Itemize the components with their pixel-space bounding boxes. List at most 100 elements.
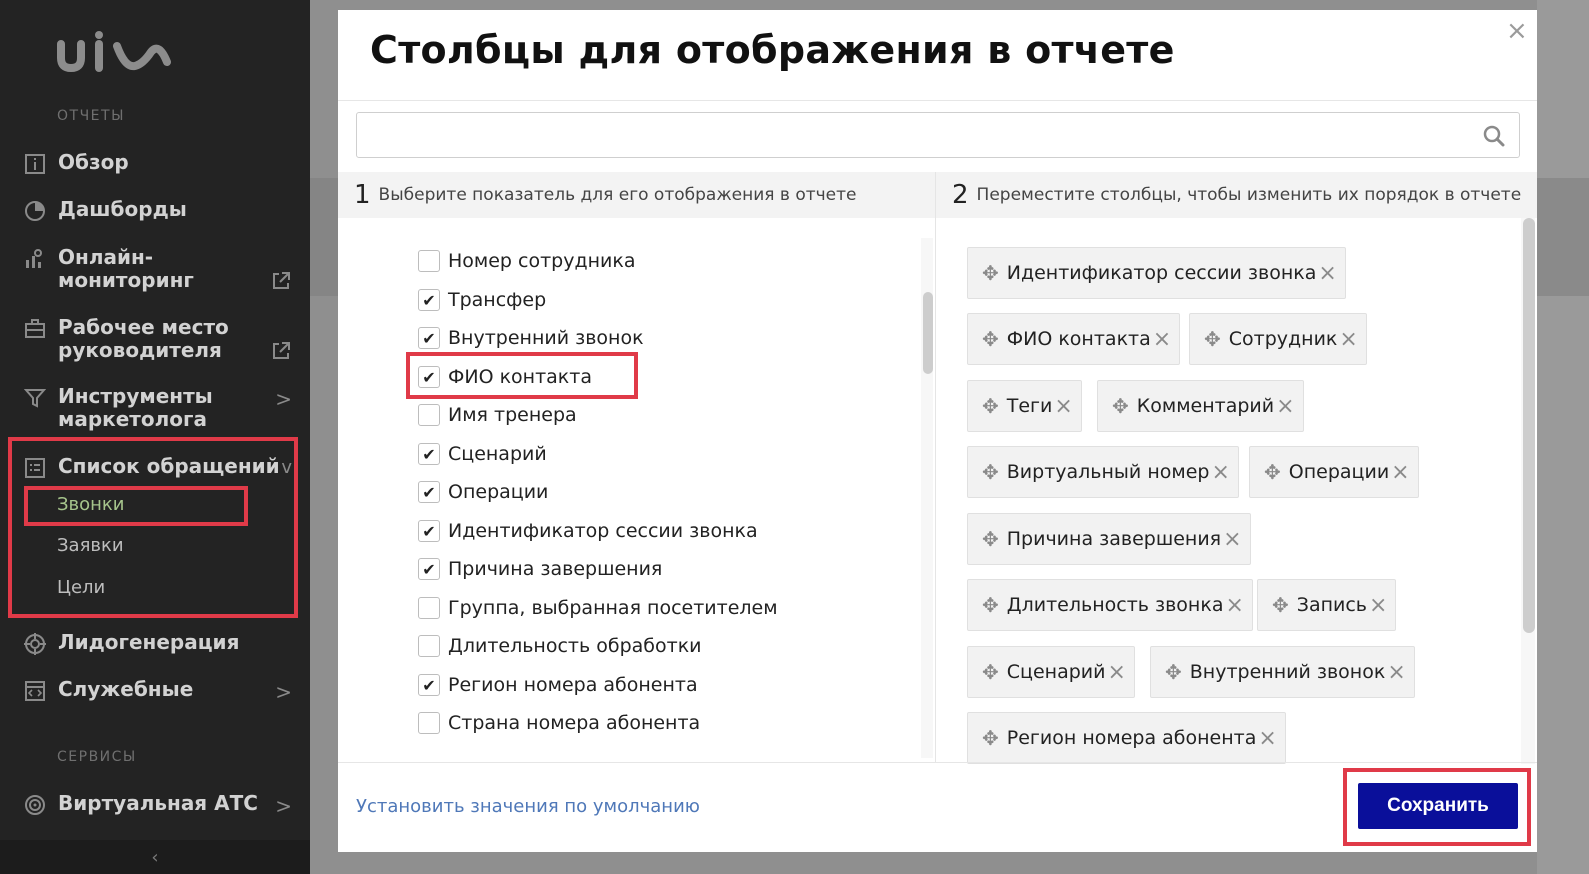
nav-lead-generation-label: Лидогенерация	[58, 630, 240, 654]
checkbox-checked[interactable]: ✔	[418, 327, 440, 349]
left-scrollbar-thumb[interactable]	[923, 292, 933, 374]
nav-marketing-tools-label: Инструменты маркетолога	[58, 384, 213, 431]
metric-checkbox-row[interactable]: ✔ Трансфер	[418, 287, 546, 313]
nav-dashboards[interactable]: Дашборды	[22, 198, 292, 224]
metric-checkbox-row[interactable]: Группа, выбранная посетителем	[418, 595, 778, 621]
checkbox-unchecked[interactable]	[418, 635, 440, 657]
nav-lead-generation[interactable]: Лидогенерация	[22, 631, 292, 657]
drag-handle-icon[interactable]: ✥	[1272, 593, 1289, 617]
checkbox-checked[interactable]: ✔	[418, 520, 440, 542]
drag-handle-icon[interactable]: ✥	[982, 593, 999, 617]
uis-logo[interactable]	[55, 30, 175, 76]
nav-overview-label: Обзор	[58, 150, 129, 174]
column-chip[interactable]: ✥ Запись ×	[1257, 579, 1397, 631]
checkbox-unchecked[interactable]	[418, 404, 440, 426]
drag-handle-icon[interactable]: ✥	[982, 327, 999, 351]
drag-handle-icon[interactable]: ✥	[1165, 660, 1182, 684]
checkbox-checked[interactable]: ✔	[418, 443, 440, 465]
drag-handle-icon[interactable]: ✥	[982, 660, 999, 684]
checkmark-icon: ✔	[422, 559, 436, 579]
metric-checkbox-row[interactable]: Номер сотрудника	[418, 248, 636, 274]
metric-checkbox-row[interactable]: ✔ Причина завершения	[418, 556, 662, 582]
checkbox-checked[interactable]: ✔	[418, 674, 440, 696]
nav-marketing-tools[interactable]: Инструменты маркетолога >	[22, 385, 292, 431]
metric-checkbox-row[interactable]: ✔ Идентификатор сессии звонка	[418, 518, 758, 544]
monitoring-icon	[22, 246, 48, 272]
close-icon[interactable]: ×	[1506, 16, 1528, 46]
right-scrollbar-thumb[interactable]	[1523, 218, 1535, 633]
column-chip[interactable]: ✥ Регион номера абонента ×	[967, 712, 1286, 764]
remove-icon[interactable]: ×	[1318, 261, 1336, 286]
remove-icon[interactable]: ×	[1153, 327, 1171, 352]
column-chip[interactable]: ✥ Сценарий ×	[967, 646, 1135, 698]
section-services-label: СЕРВИСЫ	[57, 749, 137, 765]
nav-overview[interactable]: Обзор	[22, 151, 292, 177]
checkmark-icon: ✔	[422, 521, 436, 541]
metric-checkbox-row[interactable]: ✔ Операции	[418, 479, 548, 505]
metric-checkbox-row[interactable]: ✔ Сценарий	[418, 441, 547, 467]
reset-defaults-link[interactable]: Установить значения по умолчанию	[356, 796, 700, 817]
column-chip-label: Теги	[1006, 395, 1053, 417]
drag-handle-icon[interactable]: ✥	[982, 394, 999, 418]
column-chip[interactable]: ✥ Сотрудник ×	[1189, 313, 1367, 365]
remove-icon[interactable]: ×	[1391, 460, 1409, 485]
columns-modal: Столбцы для отображения в отчете × 1 Выб…	[338, 10, 1537, 852]
checkbox-unchecked[interactable]	[418, 712, 440, 734]
column-chip[interactable]: ✥ Теги ×	[967, 380, 1082, 432]
column-chip-label: Виртуальный номер	[1006, 461, 1210, 483]
metric-checkbox-row[interactable]: ✔ Регион номера абонента	[418, 672, 698, 698]
drag-handle-icon[interactable]: ✥	[1264, 460, 1281, 484]
checkmark-icon: ✔	[422, 290, 436, 310]
column-chip[interactable]: ✥ Длительность звонка ×	[967, 579, 1253, 631]
remove-icon[interactable]: ×	[1339, 327, 1357, 352]
checkbox-checked[interactable]: ✔	[418, 558, 440, 580]
remove-icon[interactable]: ×	[1276, 394, 1294, 419]
chevron-right-icon: >	[275, 680, 292, 704]
background-page	[1537, 0, 1589, 874]
column-chip[interactable]: ✥ Внутренний звонок ×	[1150, 646, 1415, 698]
column-chip[interactable]: ✥ Виртуальный номер ×	[967, 446, 1239, 498]
drag-handle-icon[interactable]: ✥	[982, 726, 999, 750]
metric-checkbox-row[interactable]: ✔ Внутренний звонок	[418, 325, 644, 351]
checkbox-unchecked[interactable]	[418, 597, 440, 619]
remove-icon[interactable]: ×	[1258, 726, 1276, 751]
column-chip-label: Запись	[1296, 594, 1368, 616]
column-chip[interactable]: ✥ Комментарий ×	[1097, 380, 1304, 432]
drag-handle-icon[interactable]: ✥	[982, 527, 999, 551]
checkbox-checked[interactable]: ✔	[418, 289, 440, 311]
remove-icon[interactable]: ×	[1225, 593, 1243, 618]
code-icon	[22, 678, 48, 704]
sidebar-collapse-button[interactable]: ‹	[0, 840, 310, 874]
drag-handle-icon[interactable]: ✥	[982, 261, 999, 285]
column-chip[interactable]: ✥ ФИО контакта ×	[967, 313, 1181, 365]
metric-checkbox-row[interactable]: Страна номера абонента	[418, 710, 700, 736]
checkbox-unchecked[interactable]	[418, 250, 440, 272]
metric-checkbox-label: Страна номера абонента	[448, 712, 701, 734]
nav-virtual-pbx[interactable]: Виртуальная АТС >	[22, 792, 292, 818]
info-icon	[22, 151, 48, 177]
metric-checkbox-row[interactable]: Имя тренера	[418, 402, 577, 428]
drag-handle-icon[interactable]: ✥	[1204, 327, 1221, 351]
nav-online-monitoring[interactable]: Онлайн- мониторинг	[22, 246, 292, 292]
column-chip[interactable]: ✥ Операции ×	[1249, 446, 1419, 498]
search-field[interactable]	[356, 112, 1520, 158]
column-chip[interactable]: ✥ Идентификатор сессии звонка ×	[967, 247, 1346, 299]
column-chip[interactable]: ✥ Причина завершения ×	[967, 513, 1251, 565]
nav-manager-workplace[interactable]: Рабочее место руководителя	[22, 316, 292, 362]
remove-icon[interactable]: ×	[1387, 660, 1405, 685]
remove-icon[interactable]: ×	[1369, 593, 1387, 618]
search-icon[interactable]	[1483, 125, 1505, 147]
remove-icon[interactable]: ×	[1107, 660, 1125, 685]
drag-handle-icon[interactable]: ✥	[1112, 394, 1129, 418]
search-input[interactable]	[357, 113, 1519, 157]
highlight-box-contact-name	[406, 352, 638, 399]
remove-icon[interactable]: ×	[1211, 460, 1229, 485]
nav-service[interactable]: Служебные >	[22, 678, 292, 704]
remove-icon[interactable]: ×	[1054, 394, 1072, 419]
header-divider	[338, 100, 1537, 101]
metric-checkbox-row[interactable]: Длительность обработки	[418, 633, 702, 659]
drag-handle-icon[interactable]: ✥	[982, 460, 999, 484]
remove-icon[interactable]: ×	[1223, 527, 1241, 552]
section-reports-label: ОТЧЕТЫ	[57, 108, 125, 124]
checkbox-checked[interactable]: ✔	[418, 481, 440, 503]
